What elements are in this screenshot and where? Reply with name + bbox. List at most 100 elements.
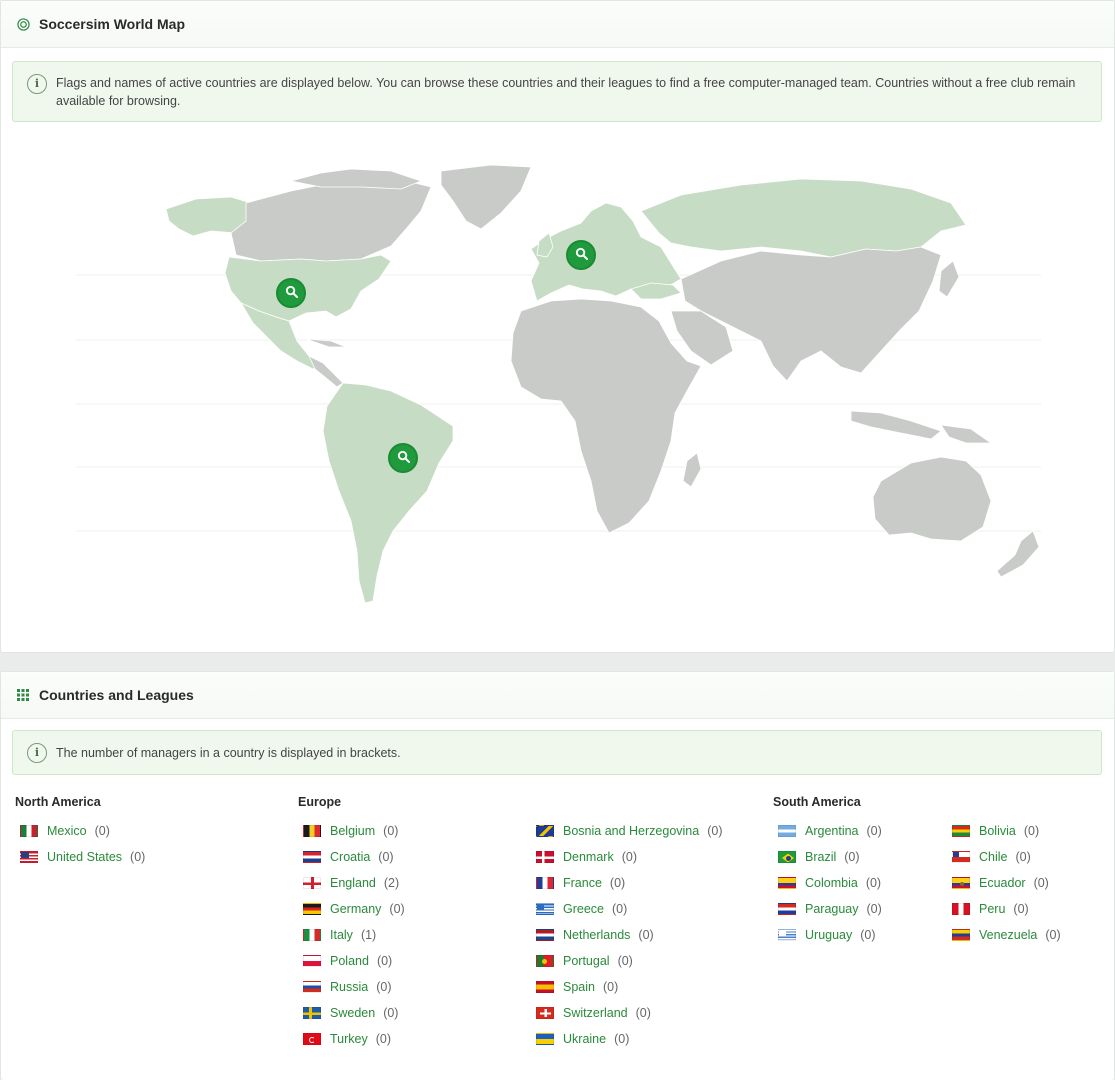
country-poland[interactable]: Poland (0): [303, 953, 392, 969]
country-mexico[interactable]: Mexico (0): [20, 823, 110, 839]
country-bosnia[interactable]: Bosnia and Herzegovina (0): [536, 823, 722, 839]
italy-flag-icon: [303, 929, 321, 941]
country-name[interactable]: Belgium: [330, 824, 375, 838]
manager-count: (0): [638, 928, 654, 942]
country-germany[interactable]: Germany (0): [303, 901, 405, 917]
country-name[interactable]: Poland: [330, 954, 369, 968]
country-sweden[interactable]: Sweden (0): [303, 1005, 398, 1021]
marker-north-america[interactable]: [276, 278, 306, 308]
country-name[interactable]: Paraguay: [805, 902, 859, 916]
manager-count: (2): [383, 876, 400, 890]
country-ecuador[interactable]: Ecuador (0): [952, 875, 1049, 891]
country-switzerland[interactable]: Switzerland (0): [536, 1005, 651, 1021]
country-name[interactable]: Mexico: [47, 824, 87, 838]
bolivia-flag-icon: [952, 825, 970, 837]
country-name[interactable]: United States: [47, 850, 122, 864]
country-venezuela[interactable]: Venezuela (0): [952, 927, 1061, 943]
country-peru[interactable]: Peru (0): [952, 901, 1029, 917]
country-croatia[interactable]: Croatia (0): [303, 849, 394, 865]
paraguay-flag-icon: [778, 903, 796, 915]
manager-count: (0): [621, 850, 637, 864]
country-name[interactable]: England: [330, 876, 376, 890]
country-name[interactable]: France: [563, 876, 602, 890]
usa-flag-icon: [20, 851, 38, 863]
country-uruguay[interactable]: Uruguay (0): [778, 927, 876, 943]
country-name[interactable]: Bolivia: [979, 824, 1016, 838]
new-guinea-land: [940, 424, 993, 444]
marker-europe[interactable]: [566, 240, 596, 270]
country-name[interactable]: Spain: [563, 980, 595, 994]
country-name[interactable]: Chile: [979, 850, 1008, 864]
germany-flag-icon: [303, 903, 321, 915]
country-ukraine[interactable]: Ukraine (0): [536, 1031, 629, 1047]
country-name[interactable]: Croatia: [330, 850, 370, 864]
country-spain[interactable]: Spain (0): [536, 979, 618, 995]
country-name[interactable]: Denmark: [563, 850, 614, 864]
africa-land: [510, 298, 702, 534]
country-name[interactable]: Switzerland: [563, 1006, 628, 1020]
country-name[interactable]: Venezuela: [979, 928, 1037, 942]
country-name[interactable]: Netherlands: [563, 928, 630, 942]
country-name[interactable]: Ecuador: [979, 876, 1026, 890]
country-united-states[interactable]: United States (0): [20, 849, 145, 865]
country-turkey[interactable]: Turkey (0): [303, 1031, 391, 1047]
country-greece[interactable]: Greece (0): [536, 901, 627, 917]
country-name[interactable]: Greece: [563, 902, 604, 916]
country-name[interactable]: Portugal: [563, 954, 610, 968]
country-name[interactable]: Argentina: [805, 824, 859, 838]
manager-count: (0): [94, 824, 110, 838]
country-paraguay[interactable]: Paraguay (0): [778, 901, 882, 917]
canada-land: [230, 176, 432, 262]
country-colombia[interactable]: Colombia (0): [778, 875, 881, 891]
argentina-flag-icon: [778, 825, 796, 837]
country-name[interactable]: Italy: [330, 928, 353, 942]
country-name[interactable]: Sweden: [330, 1006, 375, 1020]
country-france[interactable]: France (0): [536, 875, 625, 891]
region-title-europe: Europe: [298, 795, 342, 809]
list-card-header: Countries and Leagues: [1, 672, 1114, 719]
sweden-flag-icon: [303, 1007, 321, 1019]
country-italy[interactable]: Italy (1): [303, 927, 376, 943]
country-denmark[interactable]: Denmark (0): [536, 849, 637, 865]
asia-land: [680, 246, 942, 382]
country-name[interactable]: Colombia: [805, 876, 858, 890]
region-title-south-america: South America: [773, 795, 861, 809]
country-name[interactable]: Brazil: [805, 850, 836, 864]
country-chile[interactable]: Chile (0): [952, 849, 1031, 865]
country-belgium[interactable]: Belgium (0): [303, 823, 398, 839]
map-card-header: Soccersim World Map: [1, 1, 1114, 48]
indonesia-land: [850, 410, 942, 440]
chile-flag-icon: [952, 851, 970, 863]
manager-count: (1): [360, 928, 377, 942]
australia-land: [872, 456, 992, 542]
world-map-card: Soccersim World Map i Flags and names of…: [0, 0, 1115, 653]
map-info-alert: i Flags and names of active countries ar…: [12, 61, 1102, 122]
country-name[interactable]: Uruguay: [805, 928, 852, 942]
country-name[interactable]: Ukraine: [563, 1032, 606, 1046]
marker-south-america[interactable]: [388, 443, 418, 473]
manager-count: (0): [609, 876, 626, 890]
country-name[interactable]: Germany: [330, 902, 381, 916]
england-flag-icon: [303, 877, 321, 889]
manager-count: (0): [1033, 876, 1049, 890]
arctic-islands: [290, 168, 423, 190]
greece-flag-icon: [536, 903, 554, 915]
country-name[interactable]: Peru: [979, 902, 1005, 916]
list-card-title: Countries and Leagues: [39, 687, 194, 703]
country-brazil[interactable]: Brazil (0): [778, 849, 860, 865]
map-info-text: Flags and names of active countries are …: [56, 76, 1076, 108]
country-portugal[interactable]: Portugal (0): [536, 953, 633, 969]
country-argentina[interactable]: Argentina (0): [778, 823, 882, 839]
country-name[interactable]: Bosnia and Herzegovina: [563, 824, 699, 838]
country-name[interactable]: Russia: [330, 980, 368, 994]
manager-count: (0): [602, 980, 619, 994]
country-russia[interactable]: Russia (0): [303, 979, 392, 995]
ukraine-flag-icon: [536, 1033, 554, 1045]
world-map[interactable]: [61, 151, 1061, 621]
country-netherlands[interactable]: Netherlands (0): [536, 927, 654, 943]
map-card-title: Soccersim World Map: [39, 16, 186, 32]
country-bolivia[interactable]: Bolivia (0): [952, 823, 1039, 839]
manager-count: (0): [376, 980, 392, 994]
country-name[interactable]: Turkey: [330, 1032, 368, 1046]
country-england[interactable]: England (2): [303, 875, 399, 891]
